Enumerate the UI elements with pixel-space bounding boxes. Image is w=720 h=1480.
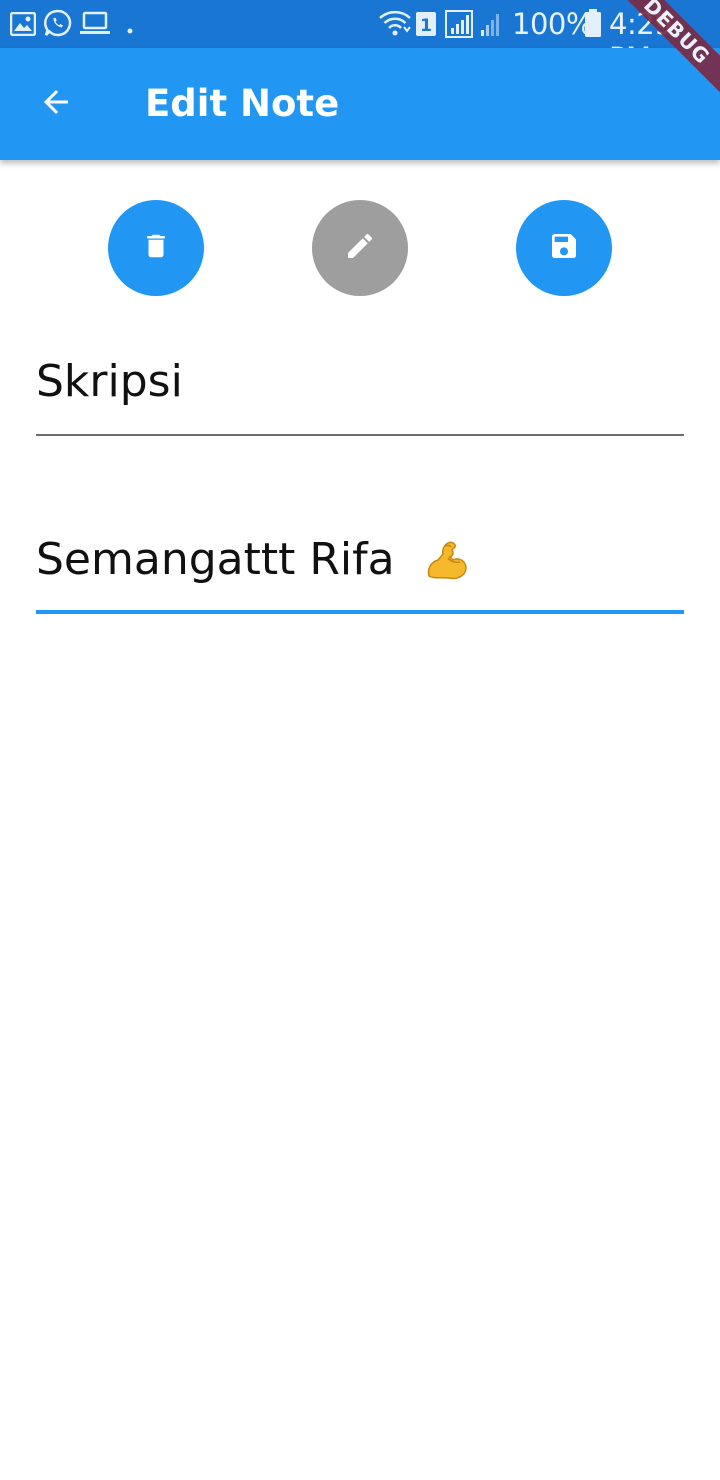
note-body-text: Semangattt Rifa	[36, 534, 395, 585]
battery-icon	[584, 9, 602, 42]
sim-slot-number: 1	[420, 16, 432, 36]
pencil-icon	[344, 230, 376, 267]
gallery-icon	[9, 11, 37, 41]
edit-button[interactable]	[312, 200, 408, 296]
app-bar: Edit Note	[0, 48, 720, 160]
dot-icon	[127, 21, 133, 39]
note-title-text: Skripsi	[36, 356, 183, 407]
floppy-disk-icon	[548, 230, 580, 267]
whatsapp-icon	[43, 9, 72, 42]
wifi-icon	[378, 9, 412, 42]
laptop-icon	[80, 11, 110, 42]
signal-icon	[445, 10, 505, 43]
sim-icon: 1	[415, 11, 437, 42]
note-title-field[interactable]: Skripsi	[36, 356, 684, 436]
note-body-field[interactable]: Semangattt Rifa	[36, 534, 684, 614]
page-title: Edit Note	[145, 82, 340, 125]
delete-button[interactable]	[108, 200, 204, 296]
flexed-biceps-icon	[423, 536, 469, 593]
arrow-back-icon	[38, 84, 74, 125]
status-bar: 1 100% 4:29 PM	[0, 0, 720, 75]
edit-note-screen: 1 100% 4:29 PM DEBUG Edit Note	[0, 0, 720, 1480]
battery-percent: 100%	[512, 7, 593, 41]
save-button[interactable]	[516, 200, 612, 296]
trash-icon	[141, 231, 171, 266]
back-button[interactable]	[20, 68, 92, 140]
